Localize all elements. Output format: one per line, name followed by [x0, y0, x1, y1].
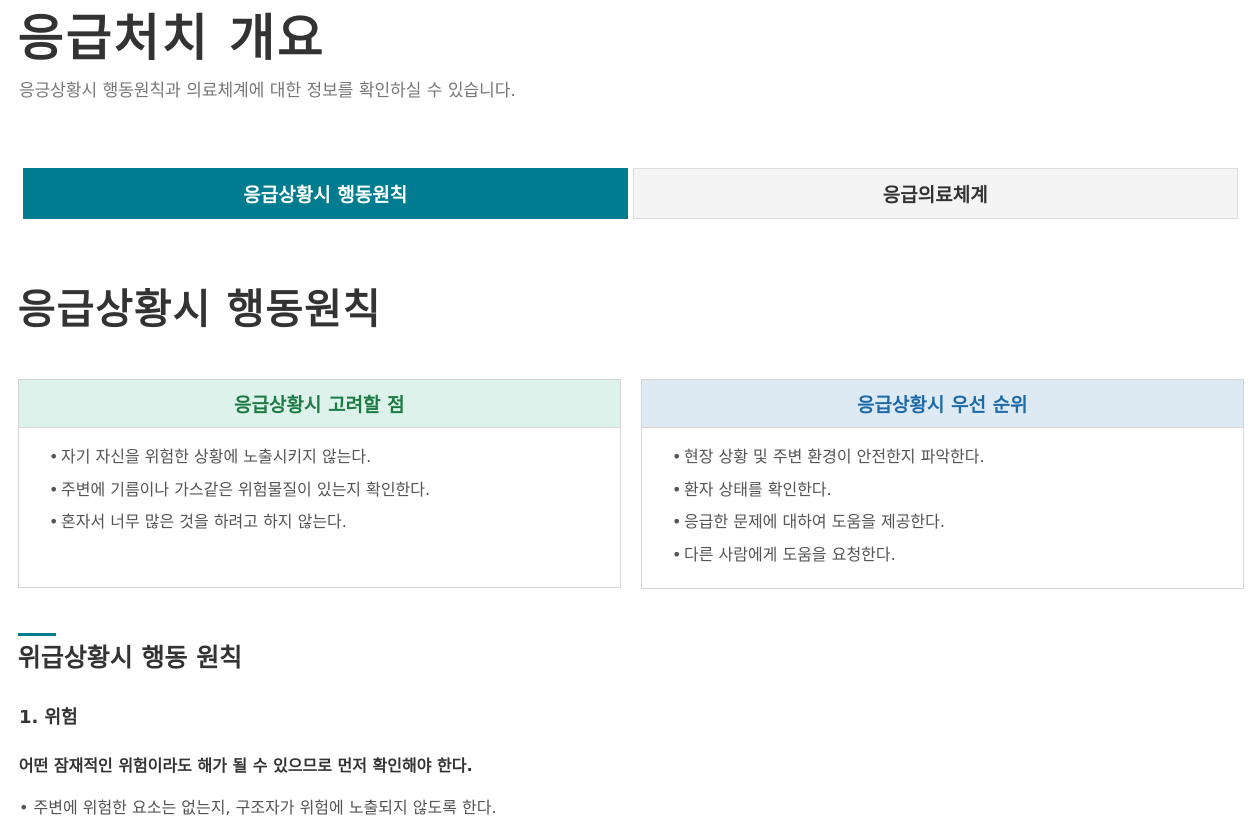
principle-item-lead: 어떤 잠재적인 위험이라도 해가 될 수 있으므로 먼저 확인해야 한다.	[19, 756, 473, 775]
page-subtitle: 응긍상황시 행동원칙과 의료체계에 대한 정보를 확인하실 수 있습니다.	[19, 81, 516, 101]
bullet-icon: •	[672, 544, 682, 564]
list-item-text: 환자 상태를 확인한다.	[684, 479, 832, 499]
list-item: • 환자 상태를 확인한다.	[672, 480, 1243, 500]
consider-card-title: 응급상황시 고려할 점	[19, 380, 620, 428]
list-item-text: 자기 자신을 위험한 상황에 노출시키지 않는다.	[61, 447, 372, 466]
consider-list: • 자기 자신을 위험한 상황에 노출시키지 않는다. • 주변에 기름이나 가스같…	[19, 428, 620, 532]
principle-item-heading: 1. 위험	[19, 707, 78, 728]
list-item: • 현장 상황 및 주변 환경이 안전한지 파악한다.	[672, 447, 1243, 467]
bullet-icon: •	[672, 479, 682, 499]
list-item: • 다른 사람에게 도움을 요청한다.	[672, 545, 1243, 565]
list-item: • 혼자서 너무 많은 것을 하려고 하지 않는다.	[49, 512, 620, 532]
list-item: • 자기 자신을 위험한 상황에 노출시키지 않는다.	[49, 447, 620, 467]
list-item: • 주변에 기름이나 가스같은 위험물질이 있는지 확인한다.	[49, 480, 620, 500]
list-item-text: 주변에 기름이나 가스같은 위험물질이 있는지 확인한다.	[61, 479, 431, 499]
bullet-icon: •	[49, 479, 59, 499]
tab-emergency-medical-system[interactable]: 응급의료체계	[633, 168, 1238, 219]
priority-list: • 현장 상황 및 주변 환경이 안전한지 파악한다. • 환자 상태를 확인한다.…	[642, 428, 1243, 565]
tab-bar: 응급상황시 행동원칙 응급의료체계	[23, 168, 1239, 219]
bullet-icon: •	[49, 512, 59, 532]
list-item-text: 혼자서 너무 많은 것을 하려고 하지 않는다.	[61, 512, 347, 532]
priority-card: 응급상황시 우선 순위 • 현장 상황 및 주변 환경이 안전한지 파악한다. •…	[641, 379, 1244, 589]
tab-emergency-principles[interactable]: 응급상황시 행동원칙	[23, 168, 628, 219]
list-item-text: 현장 상황 및 주변 환경이 안전한지 파악한다.	[684, 447, 985, 466]
priority-card-title: 응급상황시 우선 순위	[642, 380, 1243, 428]
principles-heading: 위급상황시 행동 원칙	[18, 643, 243, 672]
principle-item-bullet-text: 주변에 위험한 요소는 없는지, 구조자가 위험에 노출되지 않도록 한다.	[33, 798, 497, 817]
list-item: • 응급한 문제에 대하여 도움을 제공한다.	[672, 512, 1243, 532]
section-title: 응급상황시 행동원칙	[18, 285, 382, 333]
bullet-icon: •	[19, 798, 29, 817]
heading-accent-line	[18, 633, 56, 636]
bullet-icon: •	[49, 447, 59, 466]
list-item-text: 응급한 문제에 대하여 도움을 제공한다.	[684, 512, 945, 532]
bullet-icon: •	[672, 512, 682, 532]
consider-card: 응급상황시 고려할 점 • 자기 자신을 위험한 상황에 노출시키지 않는다. •…	[18, 379, 621, 588]
list-item-text: 다른 사람에게 도움을 요청한다.	[684, 544, 896, 564]
bullet-icon: •	[672, 447, 682, 466]
page-title: 응급처치 개요	[18, 9, 326, 67]
